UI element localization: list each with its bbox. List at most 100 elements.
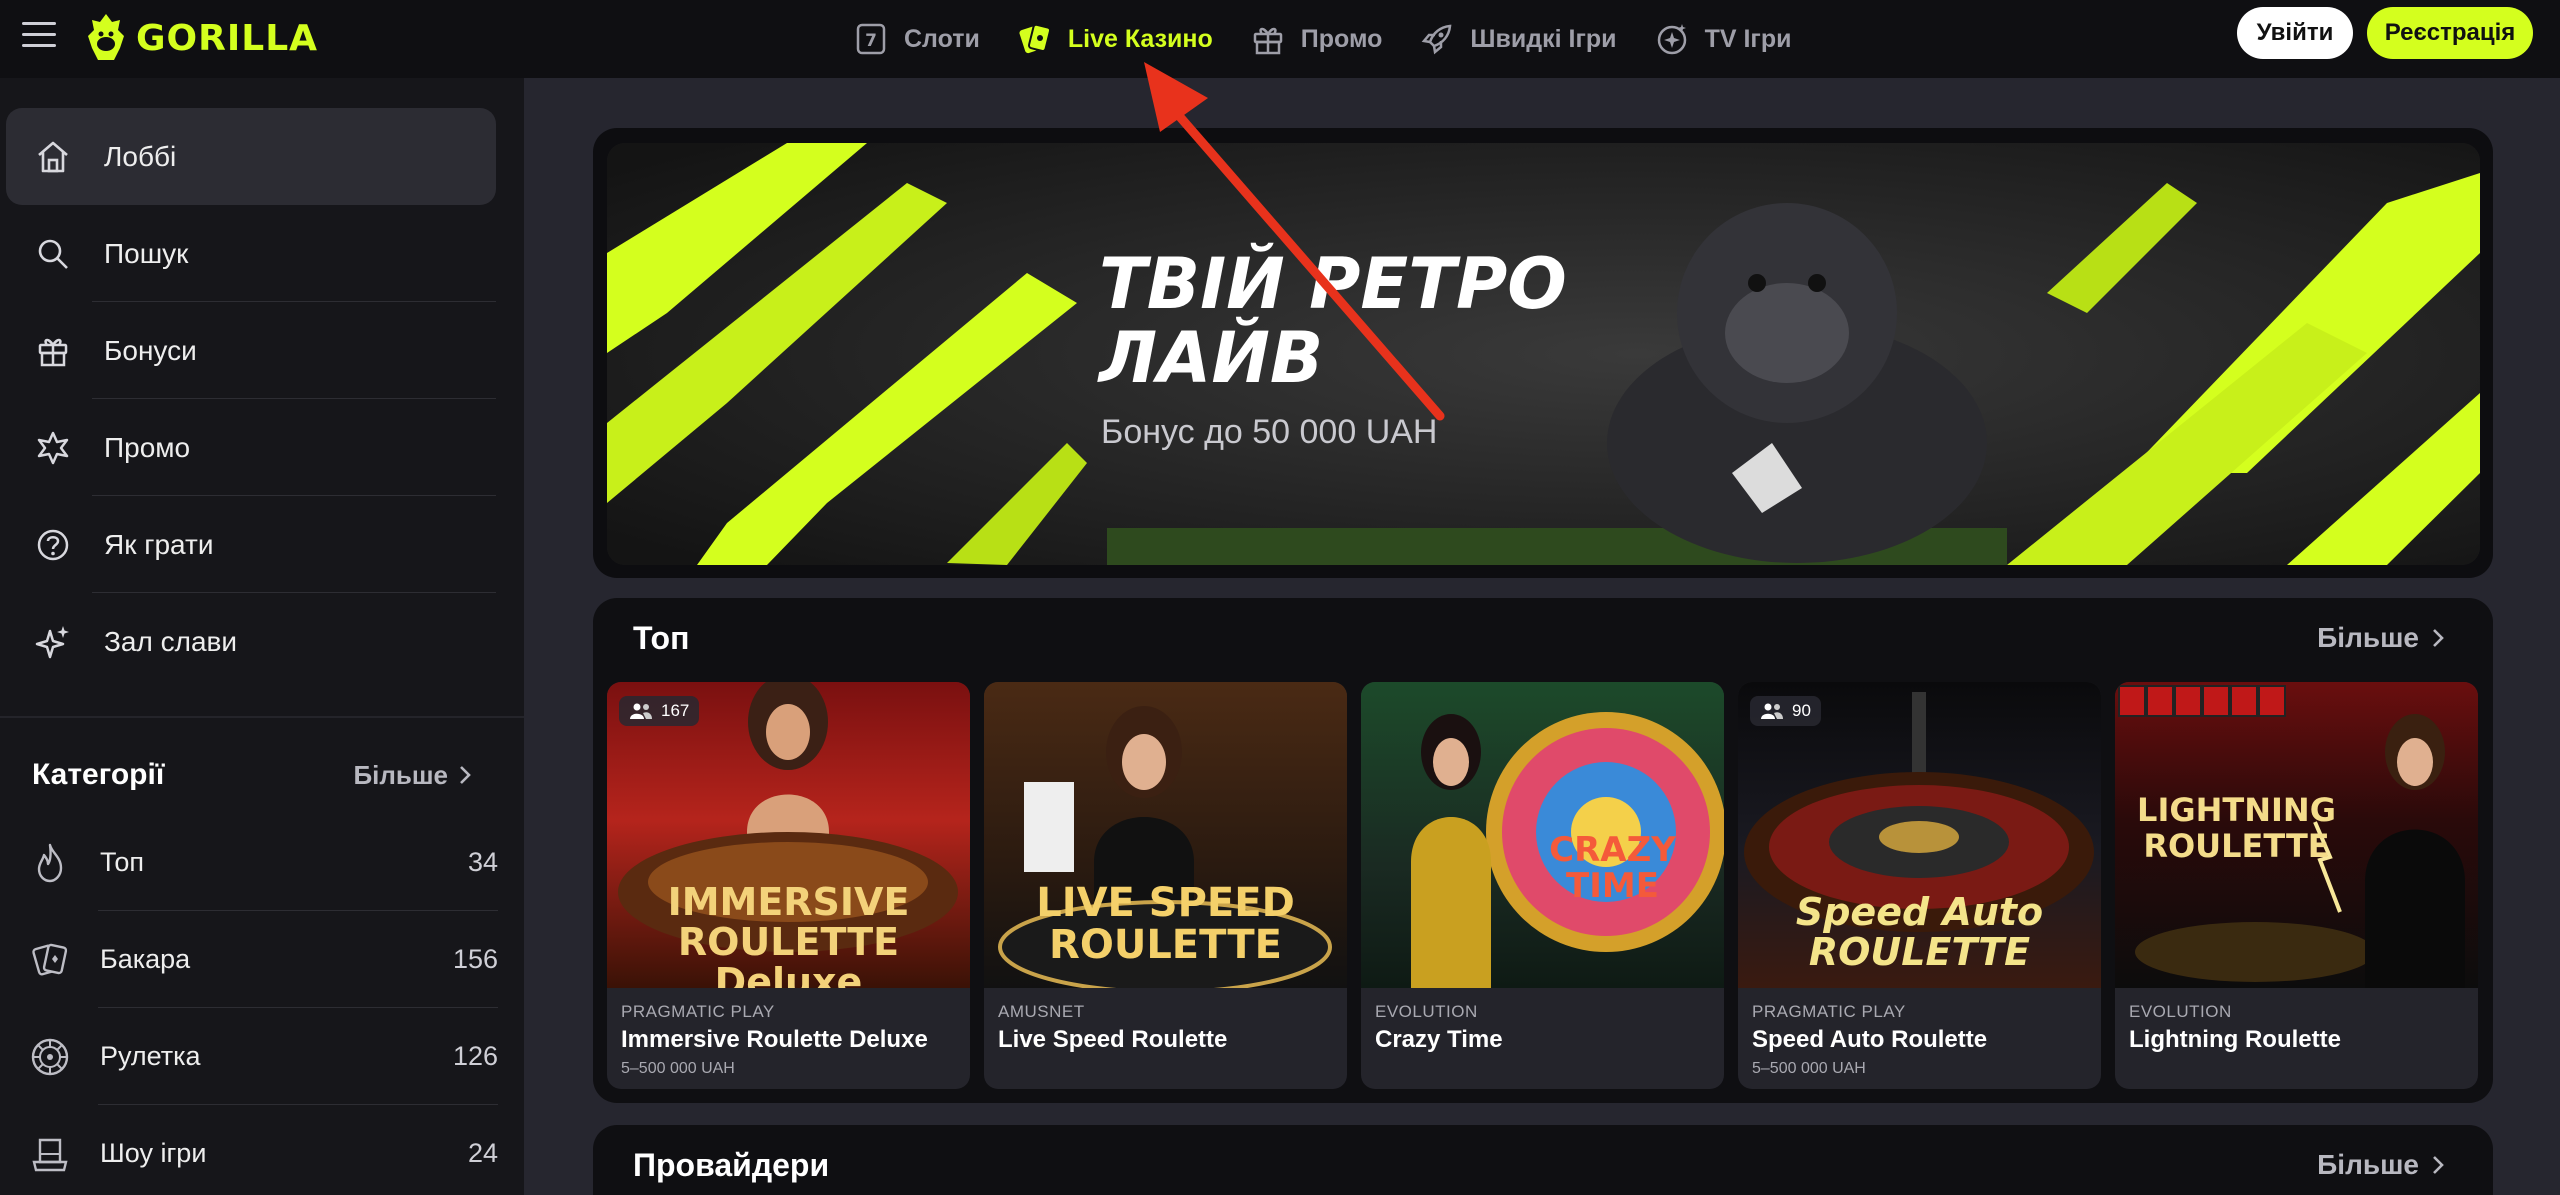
nav-live-casino-label: Live Казино (1067, 24, 1213, 53)
game-limit: 5–500 000 UAH (1752, 1060, 1866, 1077)
nav-promo-label: Промо (1300, 24, 1383, 53)
chevron-right-icon (2433, 629, 2444, 647)
users-icon (630, 703, 652, 719)
slot-icon: 7 (856, 23, 886, 55)
game-art-logo: Speed Auto ROULETTE (1795, 890, 2044, 974)
game-card[interactable]: LIGHTNING ROULETTE EVOLUTION Lightning R… (2115, 682, 2478, 1089)
game-provider: PRAGMATIC PLAY (1752, 1002, 1906, 1021)
game-thumbnail: Speed Auto ROULETTE 90 (1738, 682, 2101, 988)
categories-header: Категорії Більше (32, 758, 472, 792)
game-provider: PRAGMATIC PLAY (621, 1002, 775, 1021)
game-name: Live Speed Roulette (998, 1026, 1228, 1053)
promo-banner[interactable]: ТВІЙ РЕТРО ЛАЙВ Бонус до 50 000 UAH (607, 143, 2480, 565)
game-name: Speed Auto Roulette (1752, 1026, 1988, 1053)
nav-fast-games-label: Швидкі Ігри (1470, 24, 1617, 53)
question-icon (37, 529, 69, 560)
game-provider: EVOLUTION (2129, 1002, 2232, 1021)
roulette-icon (31, 1038, 69, 1075)
flame-icon (37, 843, 63, 882)
categories-more-link[interactable]: Більше (353, 760, 472, 791)
logo[interactable]: GORILLA (86, 8, 318, 68)
cards-icon (32, 943, 68, 975)
category-label: Топ (100, 847, 145, 877)
categories-title: Категорії (32, 758, 165, 791)
section-title: Провайдери (633, 1147, 830, 1183)
nav-tv-games-label: TV Ігри (1704, 24, 1792, 53)
banner-subtitle: Бонус до 50 000 UAH (1101, 413, 1438, 451)
game-art-logo: CRAZY TIME (1549, 830, 1676, 906)
home-icon (38, 141, 68, 172)
game-name: Immersive Roulette Deluxe (621, 1026, 928, 1053)
game-card[interactable]: CRAZY TIME EVOLUTION Crazy Time (1361, 682, 1724, 1089)
category-top[interactable]: Топ 34 (28, 814, 498, 911)
tv-star-icon (1657, 24, 1686, 55)
svg-text:7: 7 (865, 31, 877, 51)
sidebar-item-search[interactable]: Пошук (6, 205, 496, 302)
providers-more-link[interactable]: Більше (2317, 1149, 2445, 1181)
sidebar-item-bonuses[interactable]: Бонуси (6, 302, 496, 399)
top-more-link[interactable]: Більше (2317, 622, 2445, 654)
game-name: Crazy Time (1375, 1026, 1503, 1053)
game-card[interactable]: LIVE SPEED ROULETTE AMUSNET Live Speed R… (984, 682, 1347, 1089)
logo-text: GORILLA (136, 17, 319, 59)
players-count: 90 (1792, 701, 1811, 720)
nav-slots-label: Слоти (904, 24, 980, 53)
game-thumbnail: LIGHTNING ROULETTE (2115, 682, 2478, 988)
login-button[interactable]: Увійти (2237, 7, 2353, 59)
sidebar-item-how-to-play[interactable]: Як грати (6, 496, 496, 593)
search-icon (38, 239, 68, 269)
nav-slots[interactable]: 7 Слоти (852, 20, 980, 58)
nav-fast-games[interactable]: Швидкі Ігри (1418, 20, 1617, 58)
sidebar-item-label: Пошук (104, 237, 189, 269)
game-card[interactable]: Speed Auto ROULETTE 90 PRAGMATIC PLAY Sp… (1738, 682, 2101, 1089)
gorilla-logo-icon (88, 14, 124, 60)
game-art-logo: LIGHTNING ROULETTE (2137, 791, 2336, 865)
players-badge: 90 (1750, 696, 1821, 726)
sparkle-icon (35, 625, 69, 658)
sidebar-item-label: Зал слави (104, 625, 238, 657)
sidebar-item-label: Бонуси (104, 334, 197, 366)
cards-icon (1019, 23, 1051, 54)
sidebar-item-label: Лоббі (104, 140, 177, 172)
sidebar-divider (0, 716, 524, 718)
star-burst-icon (37, 431, 69, 464)
game-art-logo: IMMERSIVE ROULETTE Deluxe (667, 880, 910, 988)
banner-title: ТВІЙ РЕТРО ЛАЙВ (1099, 243, 1567, 399)
category-label: Шоу ігри (100, 1138, 207, 1168)
categories-list: Топ 34 Бакара 156 Рулетка 126 Шоу ігри 2… (28, 814, 498, 1195)
more-label: Більше (2317, 622, 2419, 653)
game-thumbnail: LIVE SPEED ROULETTE (984, 682, 1347, 988)
category-count: 34 (467, 847, 498, 877)
chevron-right-icon (2433, 1156, 2444, 1174)
sidebar: Лоббі Пошук Бонуси Промо Як грати Зал сл… (0, 78, 524, 1195)
game-art-logo: LIVE SPEED ROULETTE (1036, 880, 1295, 968)
game-name: Lightning Roulette (2129, 1026, 2341, 1053)
top-games-section: Топ Більше IMMERSIVE ROULETTE Deluxe 167 (593, 598, 2493, 1103)
hat-icon (32, 1138, 68, 1171)
sidebar-item-promo[interactable]: Промо (6, 399, 496, 496)
game-card[interactable]: IMMERSIVE ROULETTE Deluxe 167 PRAGMATIC … (607, 682, 970, 1089)
sidebar-item-lobby[interactable]: Лоббі (6, 108, 496, 205)
sidebar-item-hall-of-fame[interactable]: Зал слави (6, 593, 496, 690)
category-baccarat[interactable]: Бакара 156 (28, 911, 498, 1008)
game-limit: 5–500 000 UAH (621, 1060, 735, 1077)
top-header: GORILLA 7 Слоти Live Казино Промо Швидкі… (0, 0, 2560, 78)
nav-tv-games[interactable]: TV Ігри (1653, 20, 1792, 58)
game-provider: EVOLUTION (1375, 1002, 1478, 1021)
rocket-icon (1422, 24, 1452, 55)
sidebar-item-label: Як грати (104, 528, 214, 560)
game-cards-row: IMMERSIVE ROULETTE Deluxe 167 PRAGMATIC … (607, 682, 2478, 1089)
category-count: 126 (452, 1041, 498, 1071)
section-title: Топ (633, 620, 690, 656)
game-provider: AMUSNET (998, 1002, 1085, 1021)
categories-more-label: Більше (353, 759, 448, 790)
providers-section: Провайдери Більше (593, 1125, 2493, 1195)
nav-promo[interactable]: Промо (1249, 20, 1383, 58)
category-roulette[interactable]: Рулетка 126 (28, 1008, 498, 1105)
nav-live-casino[interactable]: Live Казино (1016, 20, 1213, 58)
register-button[interactable]: Реєстрація (2367, 7, 2533, 59)
players-badge: 167 (619, 696, 700, 726)
category-show-games[interactable]: Шоу ігри 24 (28, 1105, 498, 1195)
hamburger-menu-icon[interactable] (22, 22, 56, 52)
category-count: 156 (452, 944, 498, 974)
